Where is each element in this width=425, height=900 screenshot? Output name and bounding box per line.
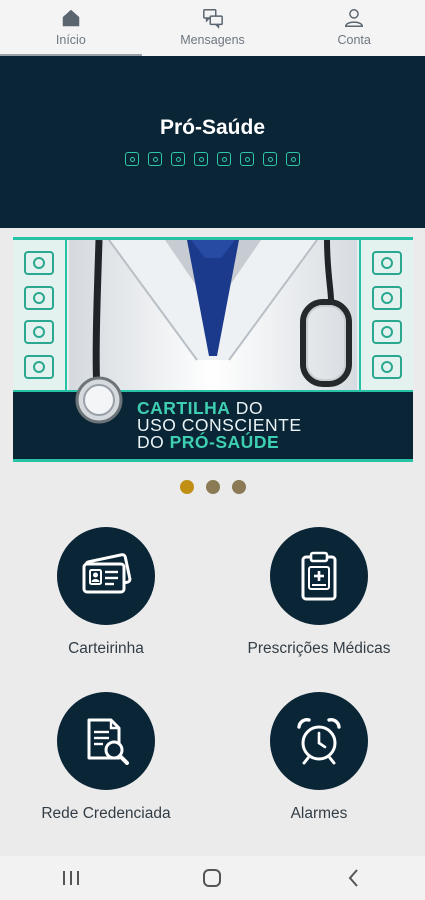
menu-prescricoes-circle[interactable] bbox=[270, 527, 368, 625]
decorative-badge-icon bbox=[240, 152, 254, 166]
top-tab-bar: Início Mensagens Conta bbox=[0, 0, 425, 56]
doctor-coat-illustration bbox=[69, 240, 357, 390]
menu-carteirinha[interactable]: Carteirinha bbox=[0, 527, 212, 658]
decorative-badge-icon bbox=[148, 152, 162, 166]
recent-apps-icon bbox=[62, 871, 79, 885]
calendar-badge-icon bbox=[372, 251, 402, 276]
menu-alarmes-circle[interactable] bbox=[270, 692, 368, 790]
carousel-banner[interactable]: CARTILHA DO USO CONSCIENTE DO PRÓ-SAÚDE bbox=[13, 237, 413, 462]
alert-badge-icon bbox=[24, 354, 54, 379]
carousel-dot-3[interactable] bbox=[231, 480, 246, 494]
tab-mensagens[interactable]: Mensagens bbox=[142, 0, 284, 56]
system-nav-bar bbox=[0, 856, 425, 900]
banner-caption: CARTILHA DO USO CONSCIENTE DO PRÓ-SAÚDE bbox=[13, 376, 413, 459]
brand-icon-strip bbox=[125, 152, 300, 166]
chat-icon bbox=[202, 9, 223, 29]
home-button[interactable] bbox=[192, 858, 232, 898]
decorative-badge-icon bbox=[125, 152, 139, 166]
banner-line3-bold: PRÓ-SAÚDE bbox=[169, 432, 280, 452]
menu-prescricoes-label: Prescrições Médicas bbox=[247, 640, 391, 657]
menu-rede-credenciada-circle[interactable] bbox=[57, 692, 155, 790]
document-search-icon bbox=[87, 718, 129, 765]
no-badge-icon bbox=[372, 354, 402, 379]
carousel-indicator bbox=[0, 480, 425, 494]
cup-badge-icon bbox=[24, 285, 54, 310]
eye-badge-icon bbox=[24, 251, 54, 276]
tab-inicio[interactable]: Início bbox=[0, 0, 142, 56]
decorative-badge-icon bbox=[171, 152, 185, 166]
menu-carteirinha-label: Carteirinha bbox=[68, 640, 144, 657]
alarm-clock-icon bbox=[297, 718, 341, 765]
user-icon bbox=[345, 9, 364, 27]
back-button[interactable] bbox=[334, 858, 374, 898]
tab-conta-label: Conta bbox=[337, 33, 371, 47]
stethoscope-chestpiece-icon bbox=[75, 376, 123, 424]
pills-badge-icon bbox=[24, 320, 54, 345]
pill-badge-icon bbox=[372, 285, 402, 310]
tab-mensagens-label: Mensagens bbox=[180, 33, 245, 47]
home-icon bbox=[62, 9, 80, 27]
banner-caption-text: CARTILHA DO USO CONSCIENTE DO PRÓ-SAÚDE bbox=[137, 399, 302, 452]
decorative-badge-icon bbox=[194, 152, 208, 166]
brand-header: Pró-Saúde bbox=[0, 56, 425, 228]
recent-apps-button[interactable] bbox=[51, 858, 91, 898]
decorative-badge-icon bbox=[263, 152, 277, 166]
carousel-dot-1[interactable] bbox=[179, 480, 194, 494]
back-chevron-icon bbox=[348, 869, 358, 887]
menu-alarmes[interactable]: Alarmes bbox=[213, 692, 425, 823]
decorative-badge-icon bbox=[217, 152, 231, 166]
menu-rede-credenciada[interactable]: Rede Credenciada bbox=[0, 692, 212, 823]
menu-carteirinha-circle[interactable] bbox=[57, 527, 155, 625]
menu-prescricoes[interactable]: Prescrições Médicas bbox=[213, 527, 425, 658]
banner-icon-column-left bbox=[13, 240, 67, 390]
eye-badge-icon bbox=[372, 320, 402, 345]
carousel-dot-2[interactable] bbox=[205, 480, 220, 494]
menu-alarmes-label: Alarmes bbox=[290, 805, 348, 822]
clipboard-medical-icon bbox=[301, 551, 337, 601]
tab-conta[interactable]: Conta bbox=[283, 0, 425, 56]
id-card-icon bbox=[82, 553, 132, 594]
home-circle-icon bbox=[203, 869, 222, 887]
tab-inicio-label: Início bbox=[55, 33, 86, 47]
banner-icon-column-right bbox=[359, 240, 413, 390]
banner-line3-pre: DO bbox=[137, 432, 170, 452]
brand-title: Pró-Saúde bbox=[159, 116, 266, 139]
menu-rede-credenciada-label: Rede Credenciada bbox=[41, 805, 171, 822]
decorative-badge-icon bbox=[286, 152, 300, 166]
